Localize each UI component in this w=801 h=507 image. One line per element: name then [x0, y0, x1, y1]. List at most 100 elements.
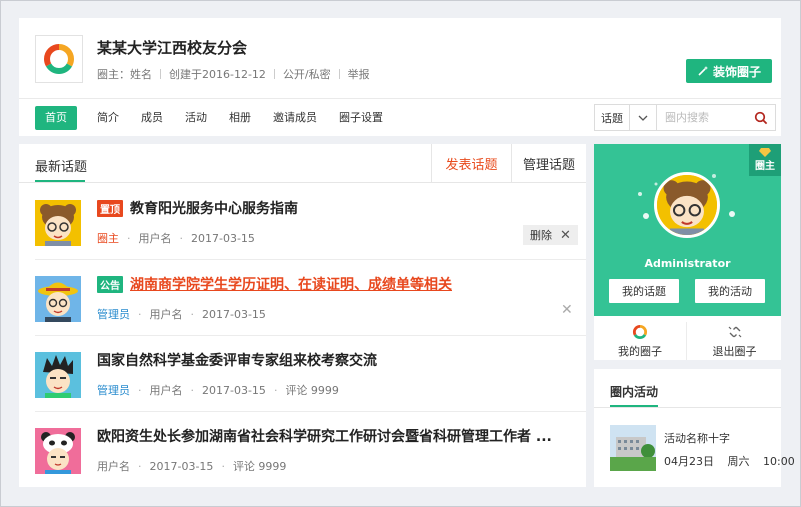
close-icon[interactable]: ✕: [561, 302, 573, 318]
comment-count: 评论 9999: [232, 460, 287, 473]
profile-panel: 圈主 Administrator 我的话题 我的活动 我的圈子 退出圈子: [594, 144, 781, 360]
comment-count: 评论 9999: [285, 384, 339, 397]
my-topics-button[interactable]: 我的话题: [609, 279, 679, 303]
topic-title[interactable]: 欧阳资生处长参加湖南省社会科学研究工作研讨会暨省科研管理工作者 ...: [97, 426, 552, 446]
nav-item-home[interactable]: 首页: [35, 106, 77, 130]
topic-meta: 管理员 · 用户名 · 2017-03-15 · 评论 9999: [97, 382, 339, 398]
exit-circle-link[interactable]: 退出圈子: [688, 322, 781, 360]
topic-meta: 管理员 · 用户名 · 2017-03-15: [97, 306, 266, 322]
magic-wand-icon: [698, 66, 708, 76]
diamond-icon: [759, 148, 771, 157]
manage-topics-button[interactable]: 管理话题: [511, 144, 586, 183]
activity-thumbnail[interactable]: [610, 425, 656, 471]
meta-separator: [338, 69, 340, 79]
visibility-status: 公开/私密: [282, 68, 331, 81]
topic-date: 2017-03-15: [149, 459, 214, 473]
activity-name[interactable]: 活动名称十字: [664, 430, 730, 446]
bear-avatar-icon: [657, 175, 717, 235]
meta-separator: [160, 69, 161, 79]
owner-badge: 圈主: [749, 144, 781, 176]
profile-name: Administrator: [644, 257, 731, 270]
my-circle-link[interactable]: 我的圈子: [594, 322, 687, 360]
activities-title: 圈内活动: [610, 385, 659, 399]
meta-dot: ·: [190, 307, 195, 321]
topic-author[interactable]: 用户名: [139, 230, 172, 246]
activities-panel: 圈内活动 活动名称十字 04月23日 周六 10:00: [594, 369, 795, 487]
topic-meta: 用户名 · 2017-03-15 · 评论 9999: [97, 458, 286, 474]
circle-nav: 首页 简介 成员 活动 相册 邀请成员 圈子设置: [35, 106, 403, 130]
topic-author[interactable]: 用户名: [150, 306, 183, 322]
activity-weekday: 周六: [727, 455, 750, 468]
topic-author[interactable]: 用户名: [150, 382, 183, 398]
avatar[interactable]: [35, 352, 81, 398]
avatar[interactable]: [35, 428, 81, 474]
activity-time: 04月23日 周六 10:00: [664, 453, 795, 469]
owner-badge-label: 圈主: [755, 161, 775, 172]
created-date: 创建于2016-12-12: [169, 68, 266, 81]
circle-header: 某某大学江西校友分会 圈主： 姓名 创建于2016-12-12 公开/私密 举报…: [19, 18, 781, 136]
tab-latest-topics[interactable]: 最新话题: [35, 156, 87, 175]
meta-dot: ·: [138, 307, 142, 321]
activity-clock: 10:00: [763, 455, 795, 468]
profile-avatar[interactable]: [654, 172, 720, 238]
search-type-select[interactable]: 话题: [595, 105, 630, 130]
role-tag: 圈主: [97, 232, 119, 245]
search-button[interactable]: [747, 105, 775, 130]
topic-tabs: 最新话题 发表话题 管理话题: [19, 144, 586, 183]
exit-circle-label: 退出圈子: [712, 344, 757, 358]
my-activities-button[interactable]: 我的活动: [695, 279, 765, 303]
owner-name[interactable]: 姓名: [130, 66, 152, 82]
nav-item-album[interactable]: 相册: [227, 106, 253, 130]
meta-dot: ·: [190, 383, 195, 397]
nav-item-settings[interactable]: 圈子设置: [337, 106, 385, 130]
topic-date: 2017-03-15: [202, 383, 266, 397]
owner-label: 圈主：: [97, 68, 130, 81]
topic-title-line: 欧阳资生处长参加湖南省社会科学研究工作研讨会暨省科研管理工作者 ...: [97, 426, 552, 446]
topic-author[interactable]: 用户名: [97, 458, 130, 474]
topic-meta: 圈主 · 用户名 · 2017-03-15: [97, 230, 255, 246]
avatar[interactable]: [35, 276, 81, 322]
nav-item-intro[interactable]: 简介: [95, 106, 121, 130]
active-tab-underline: [35, 180, 85, 182]
topic-title-line: 置顶 教育阳光服务中心服务指南: [97, 198, 298, 218]
decorate-label: 装饰圈子: [712, 64, 761, 79]
topic-date: 2017-03-15: [191, 231, 255, 245]
topic-title[interactable]: 湖南商学院学生学历证明、在读证明、成绩单等相关: [130, 274, 452, 294]
meta-dot: ·: [179, 231, 184, 245]
avatar[interactable]: [35, 200, 81, 246]
nav-divider: [19, 98, 781, 99]
chevron-down-icon: [638, 115, 648, 121]
topic-row: 置顶 教育阳光服务中心服务指南 圈主 · 用户名 · 2017-03-15 删除…: [35, 184, 586, 260]
topic-row: 公告 湖南商学院学生学历证明、在读证明、成绩单等相关 管理员 · 用户名 · 2…: [35, 260, 586, 336]
nav-item-activities[interactable]: 活动: [183, 106, 209, 130]
post-topic-button[interactable]: 发表话题: [431, 144, 511, 183]
meta-dot: ·: [221, 459, 225, 473]
profile-banner: 圈主 Administrator 我的话题 我的活动: [594, 144, 781, 316]
meta-dot: ·: [138, 383, 142, 397]
search-type-dropdown[interactable]: [630, 105, 657, 130]
role-tag: 管理员: [97, 384, 130, 397]
topic-row: 欧阳资生处长参加湖南省社会科学研究工作研讨会暨省科研管理工作者 ... 用户名 …: [35, 412, 586, 488]
delete-topic-button[interactable]: 删除 ✕: [523, 225, 578, 245]
search-box: 话题: [594, 104, 776, 131]
nav-item-members[interactable]: 成员: [139, 106, 165, 130]
ring-logo-icon: [632, 324, 648, 339]
decorate-circle-button[interactable]: 装饰圈子: [686, 59, 772, 83]
nav-item-invite[interactable]: 邀请成员: [271, 106, 319, 130]
bear-avatar-icon: [35, 200, 81, 246]
building-photo-icon: [610, 425, 656, 471]
meta-dot: ·: [127, 231, 131, 245]
delete-label: 删除: [530, 229, 553, 242]
notice-badge: 公告: [97, 275, 123, 293]
close-icon: ✕: [560, 227, 571, 243]
topic-title[interactable]: 国家自然科学基金委评审专家组来校考察交流: [97, 350, 377, 370]
topic-title[interactable]: 教育阳光服务中心服务指南: [130, 198, 298, 218]
topic-row: 国家自然科学基金委评审专家组来校考察交流 管理员 · 用户名 · 2017-03…: [35, 336, 586, 412]
search-input[interactable]: [657, 105, 747, 130]
report-link[interactable]: 举报: [348, 66, 370, 82]
search-icon: [754, 111, 768, 124]
meta-separator: [273, 69, 275, 79]
panda-hat-avatar-icon: [35, 428, 81, 474]
broken-link-icon: [728, 326, 741, 337]
